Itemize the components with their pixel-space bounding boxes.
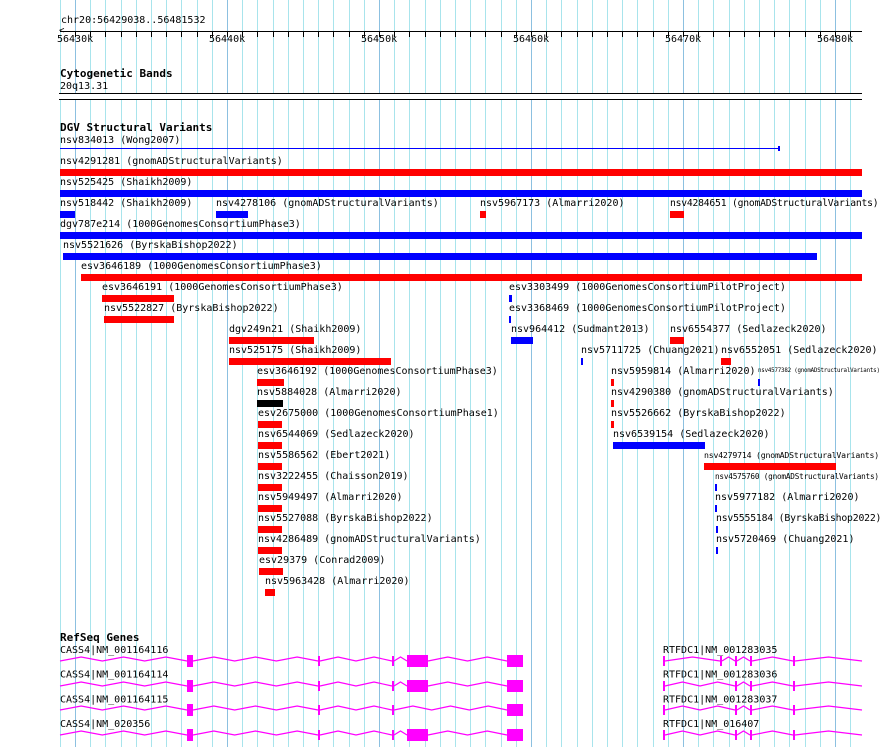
intron-line [192,730,319,736]
exon[interactable] [187,655,193,667]
intron-line [751,681,794,687]
intron-line [664,681,736,687]
intron-line [393,656,408,662]
intron-line [736,705,751,711]
exon[interactable] [735,681,737,691]
intron-line [736,730,751,736]
intron-line [794,705,863,711]
intron-line [751,656,794,662]
intron-line [427,656,508,662]
gene-label[interactable]: RTFDC1|NM_001283036 [663,670,777,681]
exon[interactable] [750,681,752,691]
exon[interactable] [663,705,665,715]
intron-line [794,656,863,662]
exon[interactable] [187,704,193,716]
exon[interactable] [407,729,428,741]
exon[interactable] [318,705,320,715]
exon[interactable] [793,705,795,715]
intron-line [393,681,408,687]
gene-label[interactable]: CASS4|NM_001164116 [60,645,168,656]
gene-label[interactable]: RTFDC1|NM_016407 [663,719,759,730]
intron-line [664,730,736,736]
exon[interactable] [750,656,752,666]
exon[interactable] [735,656,737,666]
exon[interactable] [407,655,428,667]
exon[interactable] [663,730,665,740]
intron-line [794,681,863,687]
intron-line [59,656,188,662]
intron-line [393,705,508,711]
intron-line [59,681,188,687]
intron-line [736,656,751,662]
intron-line [393,730,408,736]
exon[interactable] [507,680,523,692]
gene-label[interactable]: RTFDC1|NM_001283035 [663,645,777,656]
exon[interactable] [187,729,193,741]
exon[interactable] [507,655,523,667]
exon[interactable] [663,681,665,691]
exon[interactable] [507,729,523,741]
exon[interactable] [793,656,795,666]
exon[interactable] [392,730,394,740]
exon[interactable] [720,656,722,666]
intron-line [192,681,319,687]
gene-label[interactable]: CASS4|NM_020356 [60,719,150,730]
intron-line [427,681,508,687]
intron-line [59,705,188,711]
intron-line [427,730,508,736]
intron-line [319,705,393,711]
exon[interactable] [750,705,752,715]
intron-line [319,656,393,662]
exon[interactable] [392,705,394,715]
exon[interactable] [407,680,428,692]
intron-line [664,705,736,711]
exon[interactable] [187,680,193,692]
exon[interactable] [735,730,737,740]
intron-line [721,656,736,662]
exon[interactable] [750,730,752,740]
exon[interactable] [793,730,795,740]
exon[interactable] [392,656,394,666]
exon[interactable] [507,704,523,716]
exon[interactable] [793,681,795,691]
intron-line [319,681,393,687]
refseq-track: CASS4|NM_001164116 RTFDC1|NM_001283035 CAS… [59,645,863,741]
intron-line [59,730,188,736]
intron-line [664,656,721,662]
intron-line [192,705,319,711]
exon[interactable] [392,681,394,691]
gene-label[interactable]: RTFDC1|NM_001283037 [663,694,777,705]
exon[interactable] [735,705,737,715]
exon[interactable] [663,656,665,666]
exon[interactable] [318,681,320,691]
intron-line [736,681,751,687]
intron-line [794,730,863,736]
gene-label[interactable]: CASS4|NM_001164114 [60,670,168,681]
gene-label[interactable]: CASS4|NM_001164115 [60,694,168,705]
exon[interactable] [318,730,320,740]
intron-line [751,730,794,736]
intron-line [192,656,319,662]
exon[interactable] [318,656,320,666]
intron-line [751,705,794,711]
intron-line [319,730,393,736]
